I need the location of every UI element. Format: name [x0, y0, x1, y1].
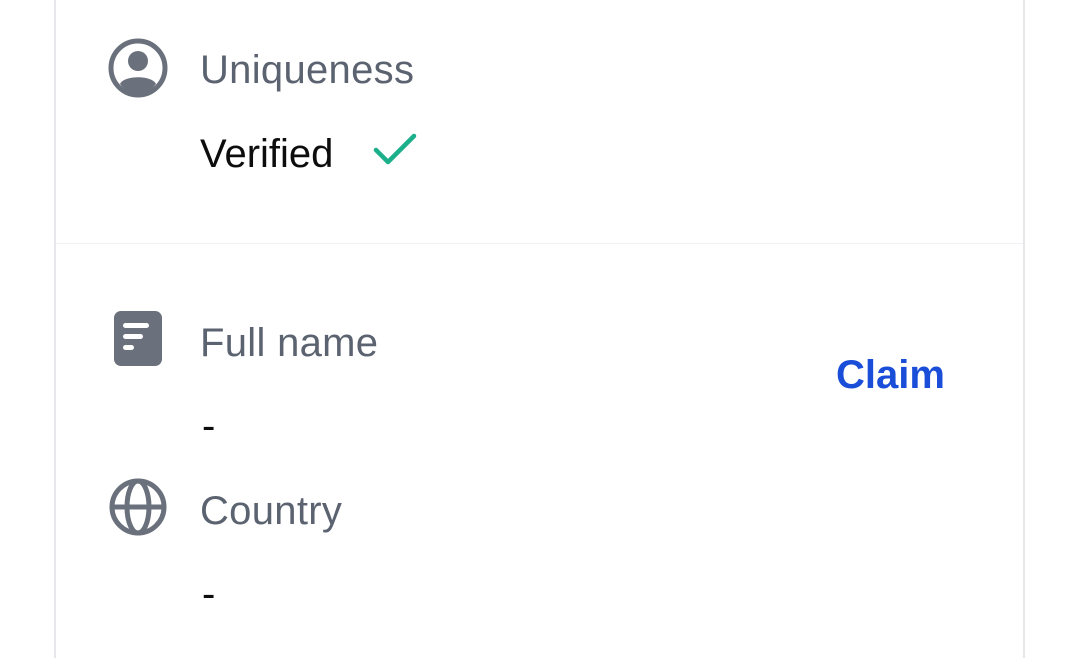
check-icon	[372, 132, 418, 173]
country-label: Country	[200, 489, 343, 533]
document-icon	[108, 308, 168, 368]
full-name-label: Full name	[200, 321, 379, 365]
user-circle-icon	[108, 38, 168, 98]
uniqueness-label: Uniqueness	[200, 48, 415, 92]
globe-icon	[108, 477, 168, 537]
section-divider	[56, 243, 1023, 244]
full-name-value: -	[202, 404, 216, 448]
country-value: -	[202, 572, 216, 616]
claim-button[interactable]: Claim	[836, 355, 945, 395]
uniqueness-value: Verified	[200, 132, 334, 176]
identity-card: Uniqueness Verified Full name - Claim Co…	[54, 0, 1025, 658]
